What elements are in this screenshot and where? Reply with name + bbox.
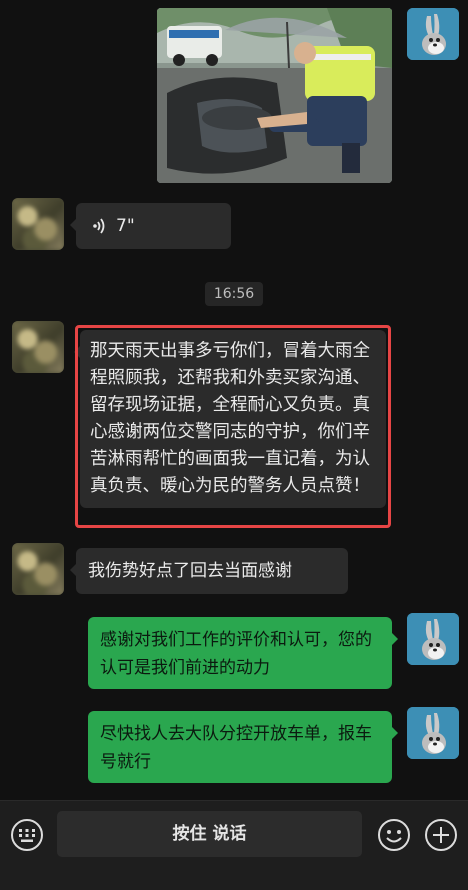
my-avatar[interactable] — [407, 613, 459, 665]
emoji-icon[interactable] — [377, 818, 411, 852]
injury-message[interactable]: 我伤势好点了回去当面感谢 — [70, 548, 348, 594]
contact-avatar[interactable] — [12, 543, 64, 595]
voice-duration: 7" — [116, 216, 135, 236]
blurred-avatar-image — [12, 543, 64, 595]
my-avatar[interactable] — [407, 8, 459, 60]
rainy-scene-photo — [157, 8, 392, 183]
reply-message-1[interactable]: 感谢对我们工作的评价和认可，您的认可是我们前进的动力 — [88, 617, 398, 689]
my-avatar[interactable] — [407, 707, 459, 759]
bunny-avatar-icon — [407, 8, 459, 60]
press-to-talk-button[interactable]: 按住 说话 — [57, 811, 362, 857]
voice-message[interactable]: 7" — [70, 203, 231, 249]
long-text-message[interactable]: 那天雨天出事多亏你们，冒着大雨全程照顾我，还帮我和外卖买家沟通、留存现场证据，全… — [74, 330, 386, 508]
bunny-avatar-icon — [407, 613, 459, 665]
contact-avatar[interactable] — [12, 198, 64, 250]
voice-wave-icon — [93, 218, 105, 234]
time-divider: 16:56 — [205, 282, 263, 306]
keyboard-icon[interactable] — [10, 818, 44, 852]
photo-message[interactable] — [157, 8, 392, 183]
bunny-avatar-icon — [407, 707, 459, 759]
chat-area[interactable]: 7" 16:56 那天雨天出事多亏你们，冒着大雨全程照顾我，还帮我和外卖买家沟通… — [0, 0, 468, 800]
blurred-avatar-image — [12, 321, 64, 373]
reply-message-2[interactable]: 尽快找人去大队分控开放车单，报车号就行 — [88, 711, 398, 783]
plus-icon[interactable] — [424, 818, 458, 852]
input-bar: 按住 说话 — [0, 800, 468, 890]
blurred-avatar-image — [12, 198, 64, 250]
contact-avatar[interactable] — [12, 321, 64, 373]
